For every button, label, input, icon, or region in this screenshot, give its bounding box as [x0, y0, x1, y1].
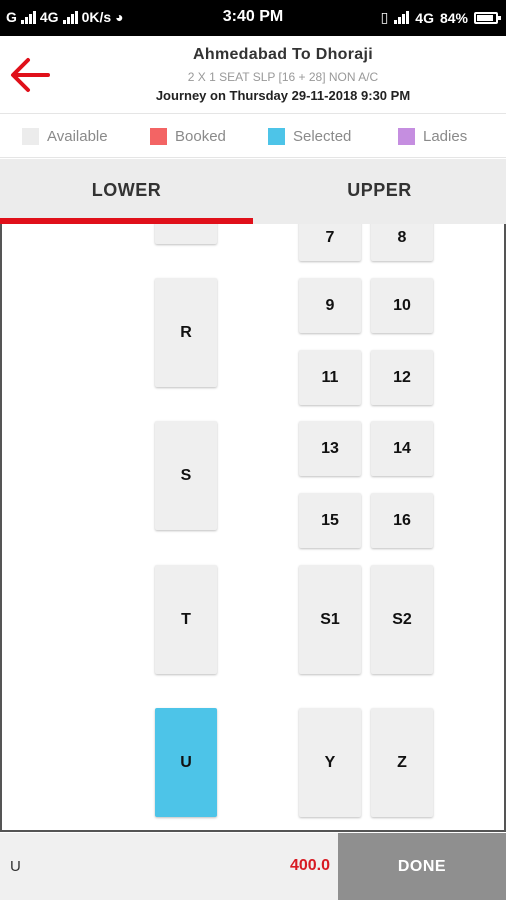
seat-layout[interactable]: R S T U 7 8 9 10 11 12 13 14 15 16 S1 S2…: [0, 224, 506, 832]
seat-15[interactable]: 15: [299, 493, 361, 548]
seat-legend: Available Booked Selected Ladies: [0, 114, 506, 158]
seat-Z[interactable]: Z: [371, 708, 433, 817]
seat-partial[interactable]: [155, 224, 217, 244]
seat-7[interactable]: 7: [299, 224, 361, 261]
seat-14[interactable]: 14: [371, 421, 433, 476]
seat-11[interactable]: 11: [299, 350, 361, 405]
seat-Y[interactable]: Y: [299, 708, 361, 817]
seat-8[interactable]: 8: [371, 224, 433, 261]
status-bar: G 4G 0K/s ◕ 3:40 PM ▯ 4G 84%: [0, 0, 506, 36]
tab-lower[interactable]: LOWER: [0, 159, 253, 224]
seat-T[interactable]: T: [155, 565, 217, 674]
deck-tabs: LOWER UPPER: [0, 159, 506, 224]
vibrate-icon: ▯: [380, 9, 389, 25]
seat-S1[interactable]: S1: [299, 565, 361, 674]
route-title: Ahmedabad To Dhoraji: [193, 46, 373, 63]
seat-16[interactable]: 16: [371, 493, 433, 548]
seat-13[interactable]: 13: [299, 421, 361, 476]
seat-10[interactable]: 10: [371, 278, 433, 333]
battery-icon: [474, 11, 501, 24]
back-arrow-icon[interactable]: [8, 53, 52, 97]
journey-date: Journey on Thursday 29-11-2018 9:30 PM: [155, 88, 411, 103]
legend-swatch: [398, 128, 415, 145]
seat-S[interactable]: S: [155, 421, 217, 530]
seat-S2[interactable]: S2: [371, 565, 433, 674]
seat-12[interactable]: 12: [371, 350, 433, 405]
legend-swatch: [150, 128, 167, 145]
bus-type: 2 X 1 SEAT SLP [16 + 28] NON A/C: [187, 70, 379, 84]
seat-R[interactable]: R: [155, 278, 217, 387]
legend-available: Available: [22, 128, 108, 145]
battery-percent: 84%: [439, 9, 468, 26]
seat-9[interactable]: 9: [299, 278, 361, 333]
legend-ladies: Ladies: [398, 128, 467, 145]
legend-swatch: [22, 128, 39, 145]
done-button[interactable]: DONE: [338, 833, 506, 900]
total-price: 400.0: [289, 857, 330, 874]
legend-selected: Selected: [268, 128, 351, 145]
selected-seats-label: U: [10, 858, 21, 875]
trip-header: Ahmedabad To Dhoraji 2 X 1 SEAT SLP [16 …: [0, 36, 506, 114]
booking-summary-bar: U 400.0 DONE: [0, 833, 506, 900]
signal-icon-3: [394, 11, 410, 24]
seat-U[interactable]: U: [155, 708, 217, 817]
network-type-right: 4G: [415, 9, 434, 26]
legend-swatch: [268, 128, 285, 145]
legend-booked: Booked: [150, 128, 226, 145]
tab-upper[interactable]: UPPER: [253, 159, 506, 224]
